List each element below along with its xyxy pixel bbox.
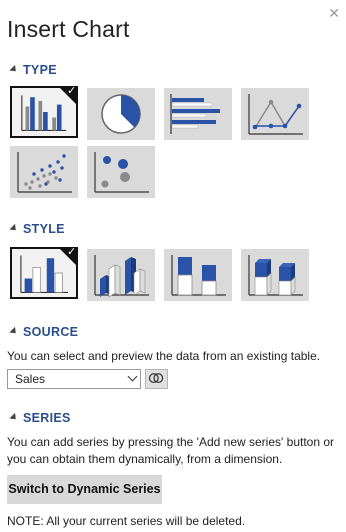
collapse-triangle-icon bbox=[9, 64, 19, 75]
panel-title: Insert Chart bbox=[7, 16, 130, 42]
chart-type-bubble[interactable] bbox=[87, 146, 155, 198]
series-description-line2: you can obtain them dynamically, from a … bbox=[7, 452, 283, 466]
series-description-line1: You can add series by pressing the 'Add … bbox=[7, 435, 335, 449]
pie-chart-icon bbox=[101, 94, 141, 134]
series-note: NOTE: All your current series will be de… bbox=[7, 514, 246, 528]
source-table-select[interactable]: Sales bbox=[7, 369, 141, 389]
section-type-header[interactable]: TYPE bbox=[9, 63, 57, 77]
section-source-header[interactable]: SOURCE bbox=[9, 325, 78, 339]
chart-type-pie[interactable] bbox=[87, 88, 155, 140]
collapse-triangle-icon bbox=[9, 412, 19, 423]
collapse-triangle-icon bbox=[9, 223, 19, 234]
3d-stacked-column-style-icon bbox=[248, 255, 303, 296]
source-table-value: Sales bbox=[15, 372, 46, 386]
scatter-chart-icon bbox=[17, 152, 72, 193]
style-3d-clustered[interactable] bbox=[87, 249, 155, 301]
chevron-down-icon bbox=[127, 371, 138, 382]
chart-type-bar[interactable] bbox=[164, 88, 232, 140]
preview-data-button[interactable] bbox=[145, 369, 168, 389]
section-style-header[interactable]: STYLE bbox=[9, 222, 65, 236]
section-series-header[interactable]: SERIES bbox=[9, 411, 71, 425]
close-icon[interactable]: ✕ bbox=[328, 6, 340, 20]
chart-type-column[interactable] bbox=[10, 85, 78, 138]
selected-check-icon bbox=[58, 246, 78, 267]
line-chart-icon bbox=[248, 94, 303, 135]
switch-dynamic-series-button[interactable]: Switch to Dynamic Series bbox=[7, 475, 162, 504]
chart-type-line[interactable] bbox=[241, 88, 309, 140]
style-stacked[interactable] bbox=[164, 249, 232, 301]
collapse-triangle-icon bbox=[9, 326, 19, 337]
style-3d-stacked[interactable] bbox=[241, 249, 309, 301]
stacked-column-style-icon bbox=[171, 255, 226, 296]
bar-chart-icon bbox=[170, 94, 220, 134]
selected-check-icon bbox=[58, 85, 78, 106]
3d-column-style-icon bbox=[94, 255, 149, 298]
style-flat[interactable] bbox=[10, 246, 78, 299]
chart-type-scatter[interactable] bbox=[10, 146, 78, 198]
link-icon bbox=[148, 373, 164, 384]
bubble-chart-icon bbox=[94, 152, 149, 193]
source-description: You can select and preview the data from… bbox=[7, 349, 321, 363]
